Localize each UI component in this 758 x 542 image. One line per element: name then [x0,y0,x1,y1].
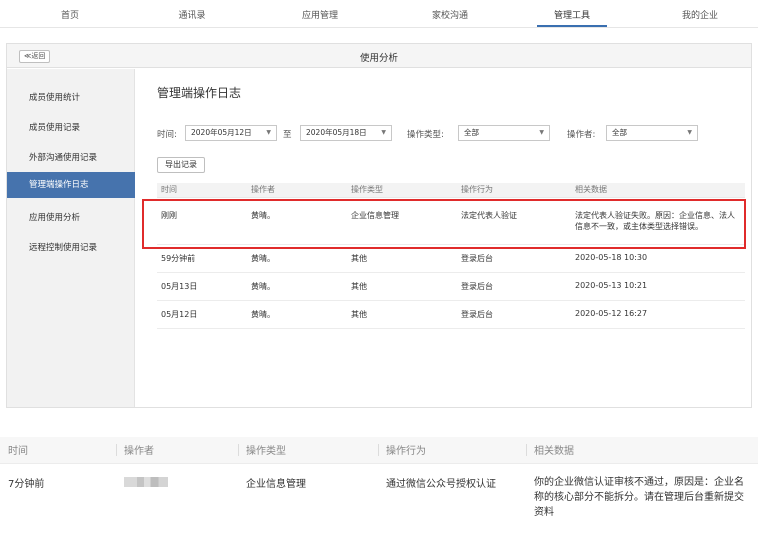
cell-type: 其他 [347,272,457,301]
detail-col-data-label: 相关数据 [534,446,574,458]
cell-action: 登录后台 [457,272,571,301]
panel-title: 使用分析 [359,53,398,64]
detail-col-data: 相关数据 [526,437,758,464]
col-data: 相关数据 [571,183,745,198]
start-date-select[interactable]: 2020年05月12日 ▼ [185,125,277,141]
detail-col-type-label: 操作类型 [246,446,286,458]
col-time: 时间 [157,183,247,198]
to-label: 至 [283,130,292,140]
table-row: 05月13日 黄晴。 其他 登录后台 2020-05-13 10:21 [157,272,745,301]
top-nav: 首页 通讯录 应用管理 家校沟通 管理工具 我的企业 [0,0,758,28]
blurred-operator-name [124,476,168,487]
table-row: 05月12日 黄晴。 其他 登录后台 2020-05-12 16:27 [157,300,745,329]
chevron-down-icon: ▼ [266,129,271,136]
detail-cell-operator [116,463,238,542]
page-title: 管理端操作日志 [157,86,242,100]
sidebar-item-external-records[interactable]: 外部沟通使用记录 [7,145,135,171]
chevron-down-icon: ▼ [381,129,386,136]
detail-col-time-label: 时间 [8,446,28,458]
cell-data: 2020-05-13 10:21 [571,272,745,301]
cell-operator: 黄晴。 [247,300,347,329]
operator-value: 全部 [612,128,627,137]
column-divider [116,444,117,456]
table-header-row: 时间 操作者 操作类型 操作行为 相关数据 [157,183,745,198]
detail-cell-type: 企业信息管理 [238,463,378,542]
cell-time: 05月12日 [157,300,247,329]
detail-col-operator: 操作者 [116,437,238,464]
cell-data: 2020-05-12 16:27 [571,300,745,329]
column-divider [526,444,527,456]
sidebar: 成员使用统计 成员使用记录 外部沟通使用记录 管理端操作日志 应用使用分析 远程… [7,69,135,407]
end-date-select[interactable]: 2020年05月18日 ▼ [300,125,392,141]
col-type: 操作类型 [347,183,457,198]
detail-cell-action: 通过微信公众号授权认证 [378,463,526,542]
type-select[interactable]: 全部 ▼ [458,125,550,141]
nav-home-school[interactable]: 家校沟通 [410,8,490,21]
start-date-value: 2020年05月12日 [191,128,252,137]
panel-header: ≪返回 使用分析 [7,44,751,68]
cell-operator: 黄晴。 [247,272,347,301]
column-divider [238,444,239,456]
detail-cell-time: 7分钟前 [0,463,116,542]
type-value: 全部 [464,128,479,137]
detail-col-type: 操作类型 [238,437,378,464]
analysis-panel: ≪返回 使用分析 成员使用统计 成员使用记录 外部沟通使用记录 管理端操作日志 … [6,43,752,408]
operator-label: 操作者: [567,130,596,140]
detail-col-operator-label: 操作者 [124,446,154,458]
detail-table: 时间 操作者 操作类型 操作行为 相关数据 7分钟前 企业信息管理 通过微信公众… [0,437,758,542]
export-button[interactable]: 导出记录 [157,157,205,173]
time-label: 时间: [157,130,177,140]
nav-management-tools[interactable]: 管理工具 [532,8,612,21]
detail-col-time: 时间 [0,437,116,464]
detail-cell-data: 你的企业微信认证审核不通过，原因是：企业名称的核心部分不能拆分。请在管理后台重新… [526,463,758,542]
cell-time: 05月13日 [157,272,247,301]
cell-action: 登录后台 [457,300,571,329]
end-date-value: 2020年05月18日 [306,128,367,137]
nav-app-management[interactable]: 应用管理 [280,8,360,21]
nav-my-enterprise[interactable]: 我的企业 [660,8,740,21]
sidebar-item-member-records[interactable]: 成员使用记录 [7,115,135,141]
detail-row: 7分钟前 企业信息管理 通过微信公众号授权认证 你的企业微信认证审核不通过，原因… [0,463,758,542]
highlight-box [142,199,746,249]
sidebar-item-remote-records[interactable]: 远程控制使用记录 [7,235,135,261]
col-operator: 操作者 [247,183,347,198]
sidebar-item-admin-log[interactable]: 管理端操作日志 [7,172,135,198]
nav-home[interactable]: 首页 [30,8,110,21]
nav-active-underline [537,25,607,27]
sidebar-item-app-analysis[interactable]: 应用使用分析 [7,205,135,231]
cell-type: 其他 [347,300,457,329]
sidebar-item-member-stats[interactable]: 成员使用统计 [7,85,135,111]
detail-col-action-label: 操作行为 [386,446,426,458]
operator-select[interactable]: 全部 ▼ [606,125,698,141]
nav-contacts[interactable]: 通讯录 [152,8,232,21]
type-label: 操作类型: [407,130,444,140]
detail-header-row: 时间 操作者 操作类型 操作行为 相关数据 [0,437,758,464]
detail-col-action: 操作行为 [378,437,526,464]
column-divider [378,444,379,456]
chevron-down-icon: ▼ [539,129,544,136]
chevron-down-icon: ▼ [687,129,692,136]
col-action: 操作行为 [457,183,571,198]
